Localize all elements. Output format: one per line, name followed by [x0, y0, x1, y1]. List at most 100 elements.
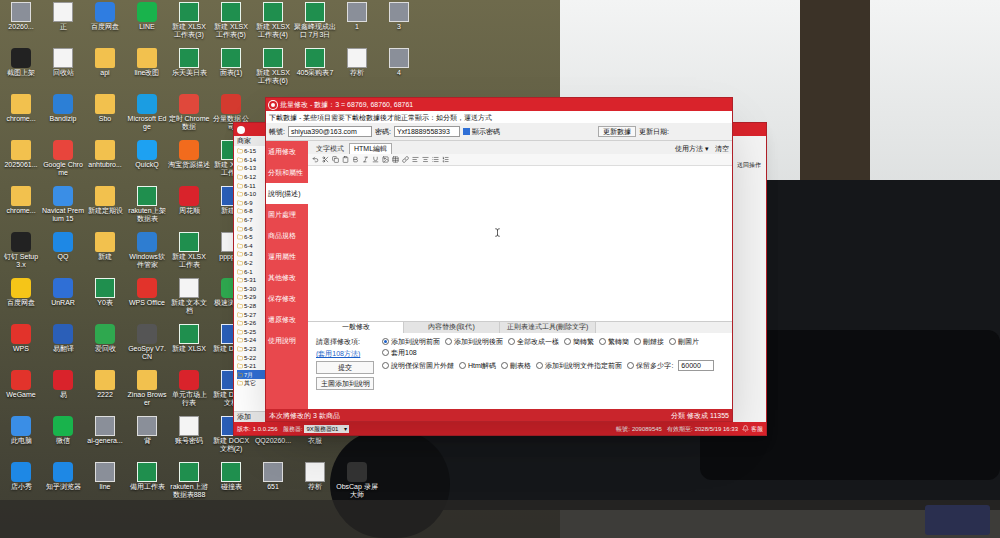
toolbar-icon[interactable]: [332, 156, 339, 163]
desktop-icon[interactable]: line: [84, 460, 126, 506]
desktop-icon[interactable]: Zinao Browser: [126, 368, 168, 414]
nav-item[interactable]: 說明(描述): [266, 183, 308, 204]
toolbar-icon[interactable]: [322, 156, 329, 163]
keep-chars-field[interactable]: 60000: [678, 360, 714, 371]
desktop-icon[interactable]: chrome...: [0, 92, 42, 138]
desktop-icon[interactable]: 新建 XLSX 工作表(5): [210, 0, 252, 46]
desktop-icon[interactable]: WPS Office: [126, 276, 168, 322]
toolbar-icon[interactable]: [372, 156, 379, 163]
toolbar-icon[interactable]: [392, 156, 399, 163]
radio-option[interactable]: 添加到說明前面: [382, 337, 440, 346]
radio-option[interactable]: 刪鏈接: [634, 337, 664, 346]
tree-item[interactable]: 5-31: [237, 276, 267, 285]
desktop-icon[interactable]: Sbo: [84, 92, 126, 138]
desktop-icon[interactable]: 備用工作表: [126, 460, 168, 506]
tree-item[interactable]: 6-11: [237, 181, 267, 190]
tree-item[interactable]: 5-30: [237, 285, 267, 294]
desktop-icon[interactable]: rakuten上架 数据表: [126, 184, 168, 230]
nav-item[interactable]: 分類和屬性: [266, 162, 308, 183]
desktop-icon[interactable]: 3: [378, 0, 420, 46]
radio-option[interactable]: 全部改成一樣: [508, 337, 559, 346]
tree-item[interactable]: 6-1: [237, 267, 267, 276]
server-select[interactable]: 9X服務器01▾: [304, 425, 349, 433]
desktop-icon[interactable]: 4: [378, 46, 420, 92]
desktop-icon[interactable]: 淘宝货源描述: [168, 138, 210, 184]
nav-item[interactable]: 運用屬性: [266, 246, 308, 267]
desktop-icon[interactable]: line改图: [126, 46, 168, 92]
radio-option[interactable]: 簡轉繁: [564, 337, 594, 346]
desktop-icon[interactable]: WeGame: [0, 368, 42, 414]
editor-tab[interactable]: 文字模式: [311, 143, 349, 154]
desktop-icon[interactable]: Windows软件管家: [126, 230, 168, 276]
desktop-icon[interactable]: Google Chrome: [42, 138, 84, 184]
desktop-icon[interactable]: 此电脑: [0, 414, 42, 460]
desktop-icon[interactable]: ai-genera...: [84, 414, 126, 460]
desktop-icon[interactable]: 微信: [42, 414, 84, 460]
toolbar-icon[interactable]: [312, 156, 319, 163]
toolbar-icon[interactable]: [442, 156, 449, 163]
desktop-icon[interactable]: 乐天美日表: [168, 46, 210, 92]
panel-tab[interactable]: 一般修改: [308, 322, 404, 333]
nav-item[interactable]: 圖片處理: [266, 204, 308, 225]
desktop-icon[interactable]: 新建 XLSX 工作表(4): [252, 0, 294, 46]
tree-item[interactable]: 6-10: [237, 190, 267, 199]
desktop-icon[interactable]: 店小秀: [0, 460, 42, 506]
add-button[interactable]: 添加: [234, 411, 267, 422]
desktop-icon[interactable]: 405采购表7: [294, 46, 336, 92]
html-editor[interactable]: [308, 166, 732, 321]
desktop-icon[interactable]: LINE: [126, 0, 168, 46]
apply-108-link[interactable]: (套用108方法): [316, 349, 378, 358]
tree-item[interactable]: 6-9: [237, 199, 267, 208]
desktop-icon[interactable]: 回收站: [42, 46, 84, 92]
clear-button[interactable]: 清空: [715, 144, 729, 154]
tree-item[interactable]: 6-8: [237, 207, 267, 216]
desktop-icon[interactable]: api: [84, 46, 126, 92]
support-link[interactable]: 客服: [751, 425, 763, 433]
help-dropdown[interactable]: 使用方法▾: [675, 144, 709, 154]
desktop-icon[interactable]: 易翻译: [42, 322, 84, 368]
desktop-icon[interactable]: 新建 XLSX 工作表: [168, 230, 210, 276]
radio-option[interactable]: 刪圖片: [669, 337, 699, 346]
toolbar-icon[interactable]: [402, 156, 409, 163]
desktop-icon[interactable]: 账号密码: [168, 414, 210, 460]
desktop-icon[interactable]: 面表(1): [210, 46, 252, 92]
toolbar-icon[interactable]: [412, 156, 419, 163]
desktop-icon[interactable]: 聚鑫峰现成出口 7月3日: [294, 0, 336, 46]
desktop-icon[interactable]: ObsCap 录屏大师: [336, 460, 378, 506]
radio-option[interactable]: Html解碼: [459, 361, 496, 370]
desktop-icon[interactable]: 截图上架: [0, 46, 42, 92]
desktop-icon[interactable]: Microsoft Edge: [126, 92, 168, 138]
desktop-icon[interactable]: QuickQ: [126, 138, 168, 184]
submit-button[interactable]: 提交: [316, 361, 374, 374]
nav-item[interactable]: 其他修改: [266, 267, 308, 288]
editor-tab[interactable]: HTML編輯: [349, 143, 392, 154]
desktop-icon[interactable]: 荐析: [336, 46, 378, 92]
desktop-icon[interactable]: 荐析: [294, 460, 336, 506]
desktop-icon[interactable]: 651: [252, 460, 294, 506]
desktop-icon[interactable]: QQ: [42, 230, 84, 276]
toolbar-icon[interactable]: [352, 156, 359, 163]
desktop-icon[interactable]: 1: [336, 0, 378, 46]
desktop-icon[interactable]: 新建 XLSX 工作表(3): [168, 0, 210, 46]
tree-item[interactable]: 5-22: [237, 353, 267, 362]
desktop-icon[interactable]: 2222: [84, 368, 126, 414]
password-field[interactable]: Yxf18889558393: [394, 126, 460, 137]
tree-item[interactable]: 5-28: [237, 302, 267, 311]
tree-item[interactable]: 6-13: [237, 164, 267, 173]
tree-item[interactable]: 6-5: [237, 233, 267, 242]
desktop-icon[interactable]: Bandizip: [42, 92, 84, 138]
desktop-icon[interactable]: UnRAR: [42, 276, 84, 322]
radio-option[interactable]: 刪表格: [501, 361, 531, 370]
desktop-icon[interactable]: 易: [42, 368, 84, 414]
radio-option[interactable]: 添加到說明後面: [445, 337, 503, 346]
user-field[interactable]: shiyua390@163.com: [288, 126, 372, 137]
desktop-icon[interactable]: rakuten上游 数据表888: [168, 460, 210, 506]
tree-item[interactable]: 5-27: [237, 310, 267, 319]
nav-item[interactable]: 還原修改: [266, 309, 308, 330]
panel-tab[interactable]: 內容替換(取代): [404, 322, 500, 333]
tree-item[interactable]: 5-25: [237, 327, 267, 336]
tree-item[interactable]: 5-24: [237, 336, 267, 345]
radio-option[interactable]: 說明僅保留圖片外鏈: [382, 361, 454, 370]
desktop-icon[interactable]: 2025061...: [0, 138, 42, 184]
tree-item[interactable]: 6-6: [237, 224, 267, 233]
